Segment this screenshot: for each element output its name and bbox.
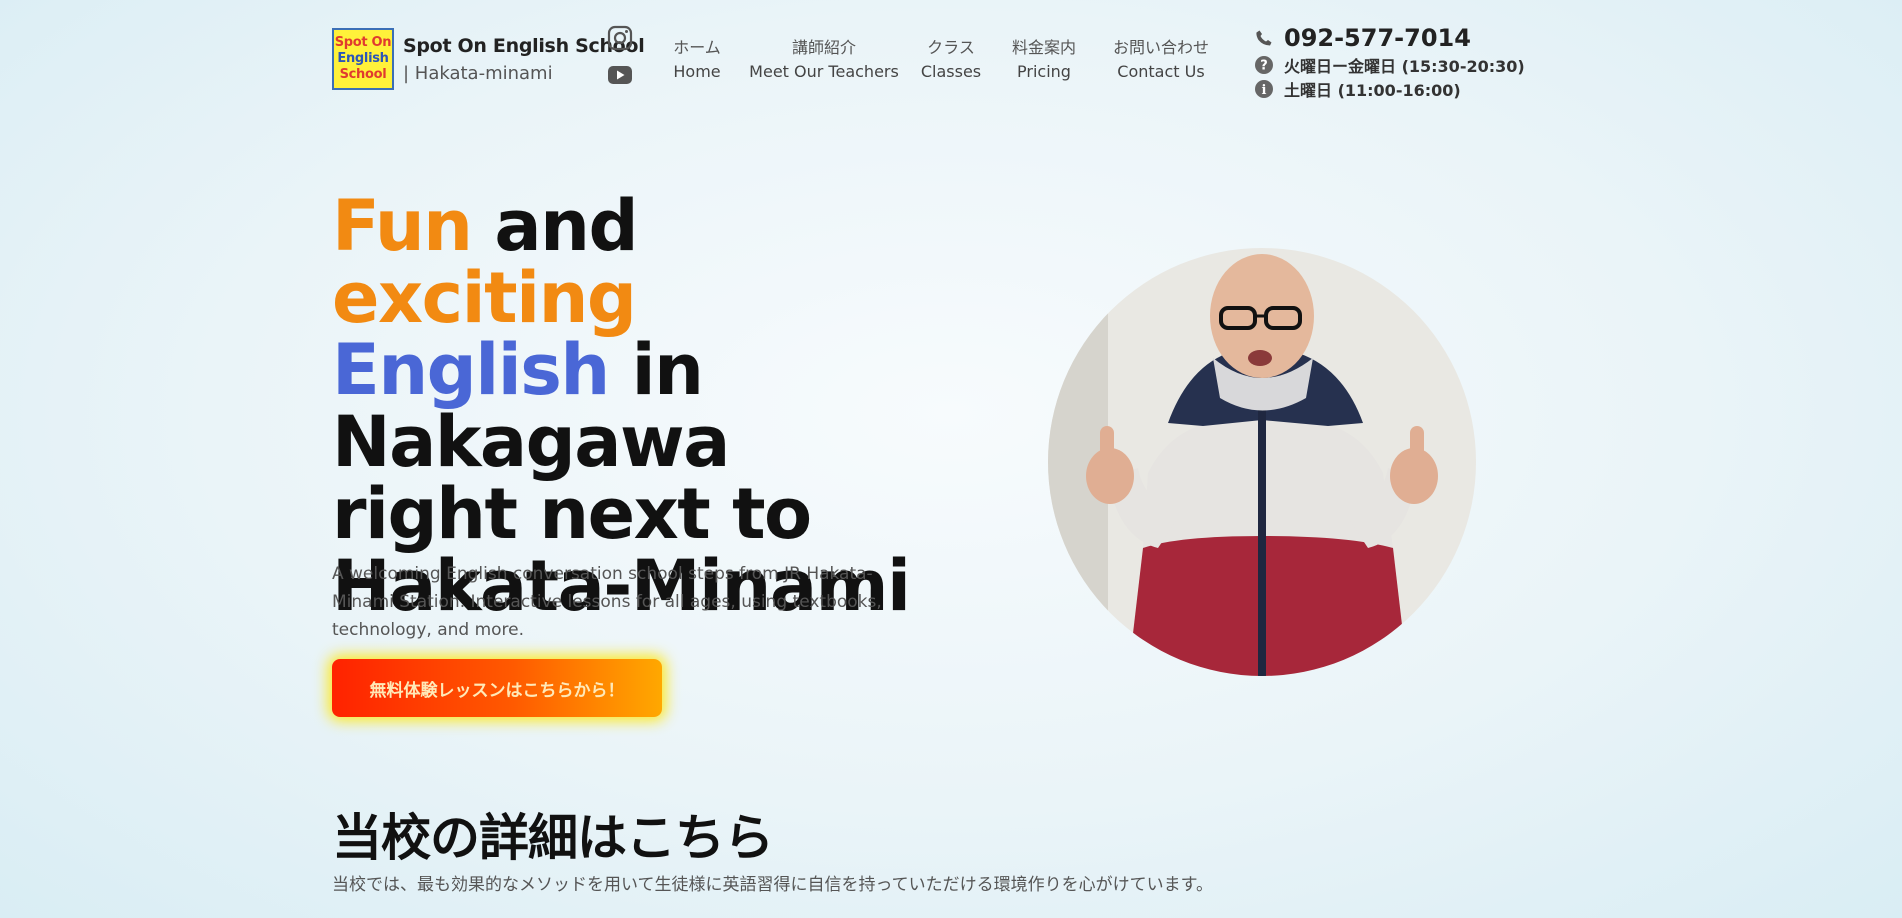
free-trial-lesson-button[interactable]: 無料体験レッスンはこちらから！ (332, 659, 662, 717)
hero-title-and: and (471, 185, 638, 267)
nav-classes-jp: クラス (927, 38, 975, 57)
teacher-photo-illustration (1048, 248, 1476, 676)
nav-pricing[interactable]: 料金案内 Pricing (1012, 36, 1076, 84)
hours-weekday: 火曜日ー金曜日 (15:30-20:30) (1284, 57, 1525, 76)
section-title: 当校の詳細はこちら (332, 809, 774, 867)
section-description: 当校では、最も効果的なメソッドを用いて生徒様に英語習得に自信を持っていただける環… (332, 875, 1213, 895)
svg-text:i: i (1262, 83, 1267, 98)
instagram-icon[interactable] (607, 25, 633, 51)
info-circle-icon: i (1255, 80, 1273, 98)
hero-description: A welcoming English conversation school … (332, 564, 882, 640)
contact-hours-saturday: i 土曜日 (11:00-16:00) (1254, 77, 1461, 101)
nav-home-en: Home (673, 62, 721, 81)
nav-teachers-jp: 講師紹介 (791, 38, 856, 57)
logo-line-2: English (337, 51, 389, 66)
hours-saturday: 土曜日 (11:00-16:00) (1284, 81, 1461, 100)
logo-line-1: Spot On (334, 35, 392, 50)
svg-text:?: ? (1260, 59, 1268, 74)
contact-hours-weekday: ? 火曜日ー金曜日 (15:30-20:30) (1254, 53, 1525, 77)
nav-home[interactable]: ホーム Home (673, 36, 721, 84)
hero-title-fun: Fun (332, 185, 473, 267)
nav-teachers-en: Meet Our Teachers (749, 62, 899, 81)
phone-number: 092-577-7014 (1284, 24, 1471, 52)
nav-meet-our-teachers[interactable]: 講師紹介 Meet Our Teachers (749, 36, 899, 84)
nav-pricing-en: Pricing (1017, 62, 1071, 81)
logo-line-3: School (339, 67, 387, 82)
hero-title-exciting: exciting (332, 257, 637, 339)
hero-title: Fun and exciting English in Nakagawa righ… (332, 190, 932, 622)
nav-contact-us[interactable]: お問い合わせ Contact Us (1113, 36, 1209, 84)
phone-icon (1256, 30, 1272, 46)
school-logo[interactable]: Spot On English School (332, 28, 394, 90)
question-circle-icon: ? (1255, 56, 1273, 74)
nav-home-jp: ホーム (673, 38, 721, 57)
youtube-icon[interactable] (607, 65, 633, 85)
nav-classes-en: Classes (920, 62, 982, 81)
contact-phone[interactable]: 092-577-7014 (1254, 24, 1471, 52)
nav-classes[interactable]: クラス Classes (921, 36, 981, 84)
nav-pricing-jp: 料金案内 (1011, 38, 1077, 57)
nav-contact-en: Contact Us (1117, 62, 1205, 81)
brand-subtitle: | Hakata-minami (403, 63, 553, 84)
teacher-portrait (1048, 248, 1476, 676)
hero-title-english: English (332, 329, 610, 411)
nav-contact-jp: お問い合わせ (1112, 38, 1210, 57)
